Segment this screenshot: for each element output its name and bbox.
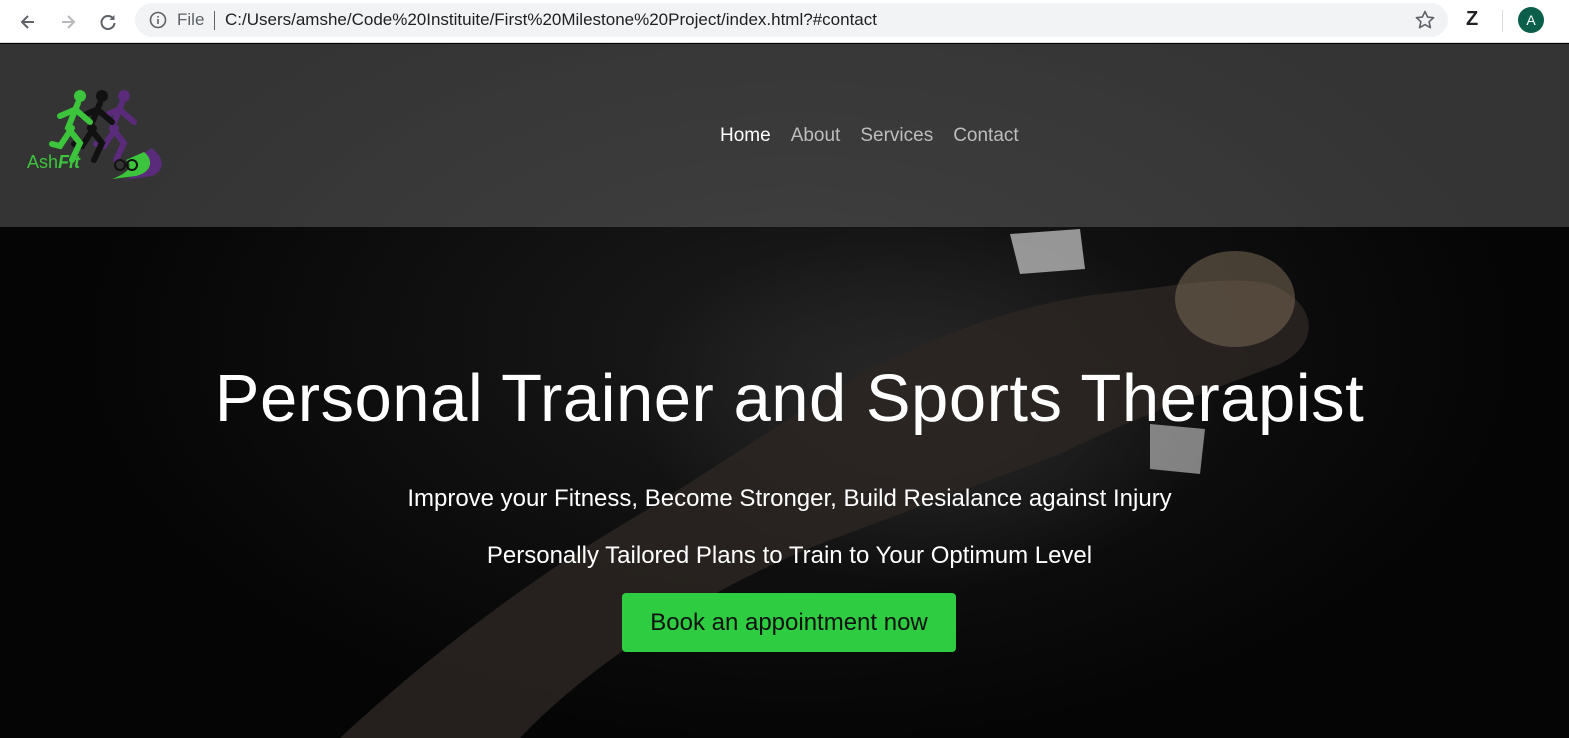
book-appointment-button[interactable]: Book an appointment now <box>622 593 956 652</box>
address-bar[interactable]: File C:/Users/amshe/Code%20Instituite/Fi… <box>135 3 1448 37</box>
info-icon[interactable] <box>149 11 167 29</box>
url-text[interactable]: C:/Users/amshe/Code%20Instituite/First%2… <box>225 10 877 30</box>
back-icon[interactable] <box>14 8 42 36</box>
logo-text-regular: Ash <box>27 152 59 172</box>
nav-about[interactable]: About <box>791 125 841 147</box>
hero-title: Personal Trainer and Sports Therapist <box>214 361 1365 436</box>
hero-tagline-2: Personally Tailored Plans to Train to Yo… <box>486 542 1093 569</box>
nav-contact[interactable]: Contact <box>953 125 1018 147</box>
logo-wordmark: AshFit <box>27 152 80 173</box>
nav-services[interactable]: Services <box>860 125 933 147</box>
browser-toolbar: File C:/Users/amshe/Code%20Instituite/Fi… <box>0 0 1569 43</box>
reload-icon[interactable] <box>94 8 122 36</box>
toolbar-divider <box>1502 10 1503 32</box>
logo-text-bold: Fit <box>58 152 81 172</box>
site-header: AshFit Home About Services Contact <box>0 44 1569 227</box>
forward-icon[interactable] <box>54 8 82 36</box>
url-scheme-label: File <box>177 10 205 29</box>
web-page: AshFit Home About Services Contact Perso… <box>0 44 1569 738</box>
brand-logo[interactable]: AshFit <box>24 88 169 183</box>
star-icon[interactable] <box>1414 9 1436 31</box>
main-nav: Home About Services Contact <box>720 125 1019 147</box>
nav-home[interactable]: Home <box>720 125 771 147</box>
url-divider <box>214 11 215 30</box>
hero-tagline-1: Improve your Fitness, Become Stronger, B… <box>407 485 1172 512</box>
extension-button[interactable]: Z <box>1466 8 1478 31</box>
profile-avatar[interactable]: A <box>1518 7 1544 33</box>
